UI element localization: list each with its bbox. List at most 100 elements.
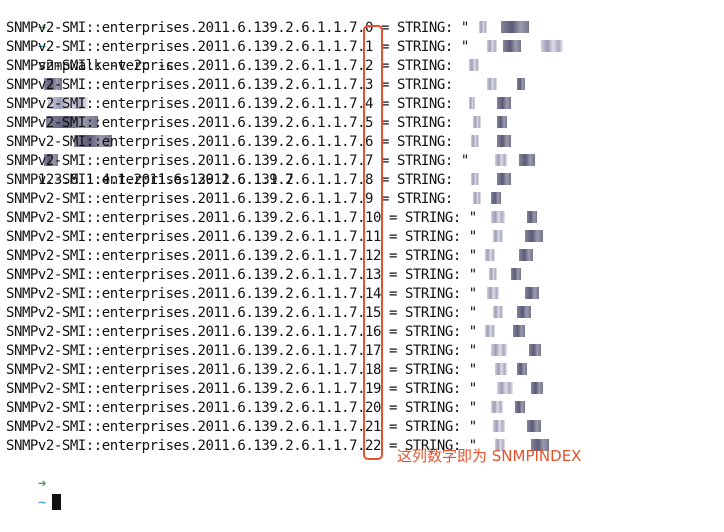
value-type: = STRING: [373,96,461,112]
redacted-value [486,78,497,90]
redacted-value [484,249,495,261]
value-type: = STRING: [381,362,469,378]
redacted-value [484,325,495,337]
value-type: = STRING: [381,229,469,245]
value-type: = STRING: [381,210,469,226]
oid-prefix: SNMPv2-SMI::enterprises.2011.6.139.2.6.1… [6,77,366,93]
value-type: = STRING: [381,248,469,264]
value-type: = STRING: [373,58,461,74]
output-row: SNMPv2-SMI::enterprises.2011.6.139.2.6.1… [6,342,541,361]
value-type: = STRING: [381,419,469,435]
redacted-value [488,268,497,280]
oid-prefix: SNMPv2-SMI::enterprises.2011.6.139.2.6.1… [6,115,366,131]
string-value: " [460,153,469,169]
output-row: SNMPv2-SMI::enterprises.2011.6.139.2.6.1… [6,418,541,437]
redacted-value [472,116,481,128]
prompt-directory: ~ [37,495,46,511]
output-row: SNMPv2-SMI::enterprises.2011.6.139.2.6.1… [6,95,511,114]
redacted-value [516,78,525,90]
final-prompt-line[interactable]: ➜ ~ [6,456,61,511]
oid-prefix: SNMPv2-SMI::enterprises.2011.6.139.2.6.1… [6,305,366,321]
redacted-value [518,249,533,261]
value-type: = STRING: [381,324,469,340]
redacted-value [496,382,513,394]
oid-prefix: SNMPv2-SMI::enterprises.2011.6.139.2.6.1… [6,191,366,207]
value-type: = STRING: [373,115,461,131]
oid-prefix: SNMPv2-SMI::enterprises.2011.6.139.2.6.1… [6,381,366,397]
redacted-value [528,344,541,356]
value-type: = STRING: [373,77,461,93]
output-row: SNMPv2-SMI::enterprises.2011.6.139.2.6.1… [6,304,531,323]
string-value: " [468,343,477,359]
oid-prefix: SNMPv2-SMI::enterprises.2011.6.139.2.6.1… [6,58,366,74]
redacted-value [518,154,535,166]
output-row: SNMPv2-SMI::enterprises.2011.6.139.2.6.1… [6,361,527,380]
redacted-value [470,173,479,185]
string-value: " [468,267,477,283]
redacted-value [524,230,543,242]
string-value: " [468,286,477,302]
value-type: = STRING: [381,305,469,321]
output-row: SNMPv2-SMI::enterprises.2011.6.139.2.6.1… [6,152,535,171]
value-type: = STRING: [373,20,461,36]
redacted-value [492,306,503,318]
redacted-value [490,192,501,204]
oid-prefix: SNMPv2-SMI::enterprises.2011.6.139.2.6.1… [6,362,366,378]
oid-prefix: SNMPv2-SMI::enterprises.2011.6.139.2.6.1… [6,210,366,226]
redacted-value [540,40,563,52]
output-row: SNMPv2-SMI::enterprises.2011.6.139.2.6.1… [6,247,533,266]
redacted-value [530,382,543,394]
value-type: = STRING: [373,134,461,150]
string-value: " [468,305,477,321]
output-row: SNMPv2-SMI::enterprises.2011.6.139.2.6.1… [6,19,529,38]
redacted-value [496,135,511,147]
output-row: SNMPv2-SMI::enterprises.2011.6.139.2.6.1… [6,285,539,304]
oid-prefix: SNMPv2-SMI::enterprises.2011.6.139.2.6.1… [6,438,366,454]
string-value: " [460,39,469,55]
value-type: = STRING: [373,39,461,55]
output-row: SNMPv2-SMI::enterprises.2011.6.139.2.6.1… [6,76,525,95]
index-column-highlight [363,25,383,460]
output-row: SNMPv2-SMI::enterprises.2011.6.139.2.6.1… [6,323,525,342]
redacted-value [492,420,505,432]
oid-prefix: SNMPv2-SMI::enterprises.2011.6.139.2.6.1… [6,248,366,264]
string-value: " [468,248,477,264]
prompt-arrow-icon: ➜ [37,476,46,492]
oid-prefix: SNMPv2-SMI::enterprises.2011.6.139.2.6.1… [6,286,366,302]
string-value: " [460,20,469,36]
redacted-value [468,59,479,71]
redacted-value [478,21,487,33]
value-type: = STRING: [373,172,461,188]
value-type: = STRING: [373,153,461,169]
redacted-value [492,230,503,242]
oid-prefix: SNMPv2-SMI::enterprises.2011.6.139.2.6.1… [6,400,366,416]
string-value: " [468,400,477,416]
output-row: SNMPv2-SMI::enterprises.2011.6.139.2.6.1… [6,228,543,247]
output-row: SNMPv2-SMI::enterprises.2011.6.139.2.6.1… [6,266,521,285]
redacted-value [500,21,529,33]
redacted-value [490,211,505,223]
value-type: = STRING: [381,381,469,397]
output-row: SNMPv2-SMI::enterprises.2011.6.139.2.6.1… [6,38,563,57]
redacted-value [524,287,539,299]
redacted-value [526,211,537,223]
oid-prefix: SNMPv2-SMI::enterprises.2011.6.139.2.6.1… [6,39,366,55]
redacted-value [486,287,499,299]
string-value: " [468,229,477,245]
redacted-value [472,192,481,204]
text-cursor [51,494,61,510]
redacted-value [496,97,511,109]
oid-prefix: SNMPv2-SMI::enterprises.2011.6.139.2.6.1… [6,229,366,245]
redacted-value [526,420,541,432]
oid-prefix: SNMPv2-SMI::enterprises.2011.6.139.2.6.1… [6,324,366,340]
oid-prefix: SNMPv2-SMI::enterprises.2011.6.139.2.6.1… [6,172,366,188]
output-row: SNMPv2-SMI::enterprises.2011.6.139.2.6.1… [6,380,543,399]
string-value: " [468,362,477,378]
value-type: = STRING: [381,267,469,283]
terminal-window[interactable]: ➜ ~ snmpwalk -v 2c -c 1.3.6.1.4.1.2011.6… [6,0,718,511]
redacted-value [490,401,503,413]
oid-prefix: SNMPv2-SMI::enterprises.2011.6.139.2.6.1… [6,20,366,36]
redacted-value [510,268,521,280]
value-type: = STRING: [381,400,469,416]
string-value: " [468,419,477,435]
